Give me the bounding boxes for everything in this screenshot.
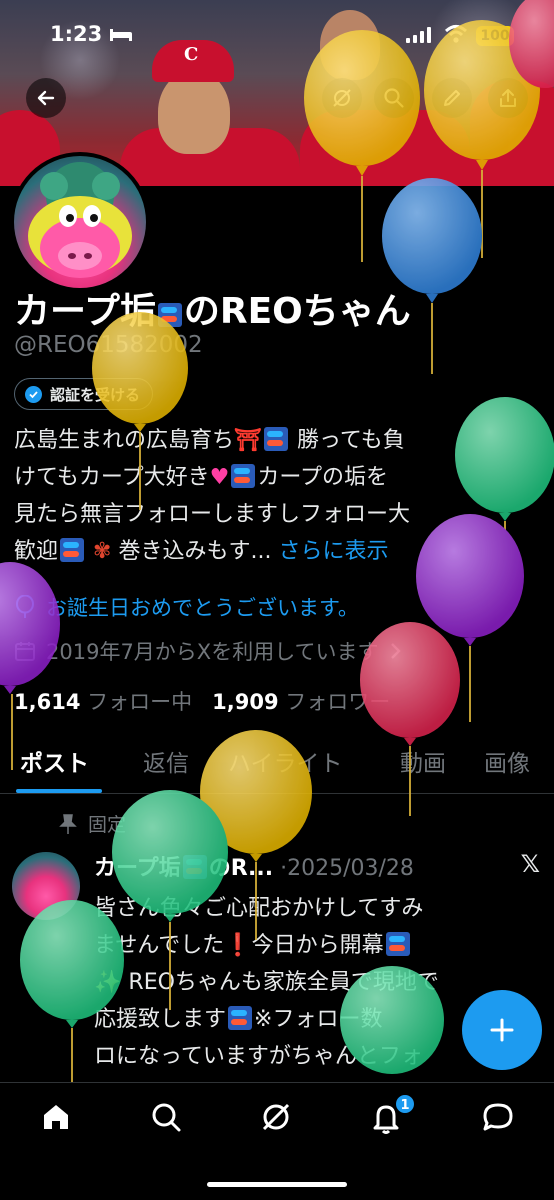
profile-name-suffix: のREOちゃん [183,291,411,332]
avatar-image [14,156,146,288]
tab-videos[interactable]: 動画 [400,744,446,778]
bio-text: 広島生まれの広島育ち [14,428,235,453]
koinobori-emoji [231,464,256,488]
share-button[interactable] [488,78,528,118]
bio-text: 勝っても負 [296,428,405,453]
post-text-line: 皆さん色々ご心配おかけしてすみ [94,896,424,921]
post-text-line: 今日から開幕 [251,933,384,958]
heart-emoji: ♥ [209,465,230,490]
get-verified-button[interactable]: 認証を受ける [14,378,154,410]
sleep-mode-icon [110,29,132,41]
post-text-line: ※フォロー数 [254,1007,383,1032]
koinobori-emoji [228,1006,253,1030]
followers-count: 1,909 [212,690,279,714]
home-indicator [207,1182,347,1187]
show-more-link[interactable]: さらに表示 [278,539,388,564]
koinobori-emoji [157,303,182,327]
post-author-name[interactable]: カープ垢 [94,856,181,881]
joined-text: 2019年7月からXを利用しています [46,640,379,664]
followers-label: フォロワー [285,690,391,714]
maple-leaf-emoji: ✾ [93,539,112,564]
exclamation-emoji: ❗ [224,933,252,958]
koinobori-emoji [263,427,288,451]
post-header: カープ垢 のR... ·2025/03/28 𝕏 [94,850,544,882]
tab-images[interactable]: 画像 [484,744,530,778]
follow-stats: 1,614 フォロー中 1,909 フォロワー [14,686,390,716]
chevron-right-icon [390,643,401,659]
koinobori-emoji [60,538,85,562]
wifi-icon [444,25,468,43]
search-icon [384,88,404,108]
home-icon[interactable] [36,1097,76,1137]
grok-icon [333,89,351,107]
profile-tabs: ポスト 返信 ハイライト 動画 画像 [0,738,554,794]
back-arrow-icon [37,90,55,106]
post-text-line: 応援致します [94,1007,227,1032]
koinobori-emoji [385,932,410,956]
joined-row[interactable]: 2019年7月からXを利用しています [14,636,403,666]
following-link[interactable]: 1,614 フォロー中 [14,690,192,714]
banner-player-face [158,70,230,154]
bio-text: 見たら無言フォローしますしフォロー大 [14,502,411,527]
signal-icon [406,27,431,43]
balloon-blue [382,178,482,374]
search-icon[interactable] [146,1097,186,1137]
post-avatar[interactable] [12,852,80,920]
calendar-icon [15,642,35,661]
profile-bio: 広島生まれの広島育ち⛩ 勝っても負 けてもカープ大好き♥ カープの垢を 見たら無言… [14,422,544,570]
post-text-line: ませんでした [94,933,225,958]
tab-replies[interactable]: 返信 [143,744,189,778]
pin-icon [59,813,77,834]
bio-text: 巻き込みもす... [118,539,272,564]
grok-button[interactable] [322,78,362,118]
bio-text: 歓迎 [14,539,59,564]
following-label: フォロー中 [87,690,193,714]
status-time: 1:23 [50,22,103,46]
profile-name: カープ垢 のREOちゃん [14,282,411,334]
get-verified-label: 認証を受ける [50,385,141,404]
status-bar: 1:23 100 [0,0,554,70]
profile-name-main: カープ垢 [14,291,156,332]
back-button[interactable] [26,78,66,118]
birthday-row: お誕生日おめでとうございます。 [14,592,359,622]
koinobori-emoji [182,855,207,879]
pinned-indicator: 固定 [58,810,126,837]
grok-icon[interactable] [256,1097,296,1137]
mascot-image [28,162,132,278]
share-icon [500,89,516,107]
banner-player-right [300,110,470,186]
battery-indicator: 100 [476,26,514,46]
post-text-line: REOちゃんも家族全員で現地で [128,970,439,995]
messages-icon[interactable] [478,1097,518,1137]
birthday-text: お誕生日おめでとうございます。 [46,596,359,620]
sparkles-emoji: ✨ [94,970,122,995]
following-count: 1,614 [14,690,81,714]
x-logo-icon: 𝕏 [520,850,540,878]
pencil-icon [444,90,460,106]
post-author-name-suffix[interactable]: のR... [209,856,273,881]
torii-emoji: ⛩ [234,428,262,453]
edit-button[interactable] [432,78,472,118]
search-button[interactable] [374,78,414,118]
plus-icon [490,1018,514,1042]
profile-avatar[interactable] [10,152,150,292]
profile-handle: @REO61582002 [14,332,203,358]
notification-count-badge: 1 [394,1093,416,1115]
post-date: ·2025/03/28 [280,856,414,881]
compose-post-button[interactable] [462,990,542,1070]
pinned-label: 固定 [88,814,127,836]
tab-posts[interactable]: ポスト [20,744,89,778]
bio-text: けてもカープ大好き [14,465,210,490]
active-tab-indicator [16,789,102,793]
followers-link[interactable]: 1,909 フォロワー [212,690,390,714]
balloon-icon [16,595,34,618]
bio-text: カープの垢を [257,465,389,490]
tab-highlights[interactable]: ハイライト [228,744,343,778]
verified-badge-icon [25,385,42,403]
